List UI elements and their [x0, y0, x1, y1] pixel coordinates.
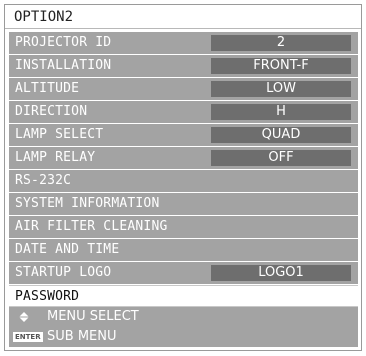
menu-item-system-information[interactable]: SYSTEM INFORMATION	[9, 193, 358, 215]
menu-item-label: PASSWORD	[15, 289, 80, 304]
menu-item-value: QUAD	[211, 127, 351, 143]
menu-item-label: AIR FILTER CLEANING	[15, 219, 168, 234]
up-down-diamond-icon	[19, 312, 29, 322]
menu-list: PROJECTOR ID 2 INSTALLATION FRONT-F ALTI…	[9, 32, 358, 308]
menu-item-direction[interactable]: DIRECTION H	[9, 101, 358, 123]
menu-item-rs232c[interactable]: RS-232C	[9, 170, 358, 192]
menu-item-installation[interactable]: INSTALLATION FRONT-F	[9, 55, 358, 77]
help-sub-menu: ENTER SUB MENU	[9, 327, 358, 347]
menu-item-lamp-relay[interactable]: LAMP RELAY OFF	[9, 147, 358, 169]
sub-menu-label: SUB MENU	[47, 329, 117, 344]
menu-item-projector-id[interactable]: PROJECTOR ID 2	[9, 32, 358, 54]
menu-item-lamp-select[interactable]: LAMP SELECT QUAD	[9, 124, 358, 146]
menu-item-label: RS-232C	[15, 173, 72, 188]
menu-item-password[interactable]: PASSWORD	[9, 285, 358, 307]
menu-item-label: PROJECTOR ID	[15, 35, 112, 50]
menu-item-label: LAMP SELECT	[15, 127, 104, 142]
menu-item-label: DATE AND TIME	[15, 242, 120, 257]
menu-item-label: SYSTEM INFORMATION	[15, 196, 160, 211]
menu-item-altitude[interactable]: ALTITUDE LOW	[9, 78, 358, 100]
menu-item-label: STARTUP LOGO	[15, 265, 112, 280]
menu-select-label: MENU SELECT	[47, 309, 139, 324]
menu-title: OPTION2	[5, 5, 361, 29]
help-menu-select: MENU SELECT	[9, 307, 358, 327]
menu-item-label: ALTITUDE	[15, 81, 80, 96]
menu-item-value: H	[211, 104, 351, 120]
menu-item-value: LOW	[211, 81, 351, 97]
menu-item-startup-logo[interactable]: STARTUP LOGO LOGO1	[9, 262, 358, 284]
menu-item-value: 2	[211, 35, 351, 51]
menu-item-label: INSTALLATION	[15, 58, 112, 73]
menu-item-label: DIRECTION	[15, 104, 88, 119]
menu-item-date-and-time[interactable]: DATE AND TIME	[9, 239, 358, 261]
menu-item-air-filter-cleaning[interactable]: AIR FILTER CLEANING	[9, 216, 358, 238]
menu-item-value: OFF	[211, 150, 351, 166]
menu-item-value: FRONT-F	[211, 58, 351, 74]
menu-help-footer: MENU SELECT ENTER SUB MENU	[9, 307, 358, 347]
option2-menu-panel: OPTION2 PROJECTOR ID 2 INSTALLATION FRON…	[4, 4, 362, 351]
menu-item-value: LOGO1	[211, 265, 351, 281]
enter-key-badge: ENTER	[13, 332, 43, 342]
menu-item-label: LAMP RELAY	[15, 150, 96, 165]
